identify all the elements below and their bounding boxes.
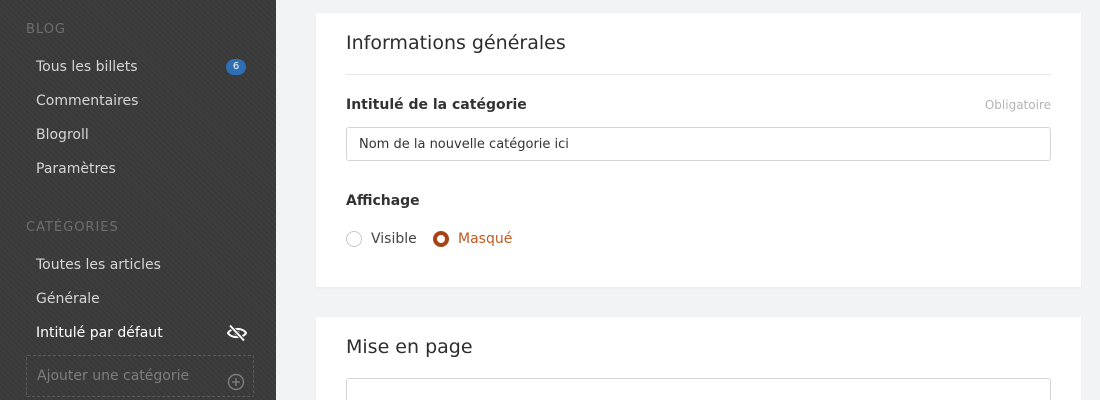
layout-field[interactable]: [346, 378, 1051, 400]
sidebar-item-settings[interactable]: Paramètres: [36, 157, 248, 181]
required-hint: Obligatoire: [984, 98, 1051, 112]
sidebar: BLOG Tous les billets 6 Commentaires Blo…: [0, 0, 276, 400]
category-name-label: Intitulé de la catégorie: [346, 97, 527, 113]
sidebar-item-comments[interactable]: Commentaires: [36, 89, 248, 113]
card-title: Mise en page: [346, 336, 473, 358]
blog-section-title: BLOG: [26, 22, 67, 37]
sidebar-item-label: Intitulé par défaut: [36, 325, 163, 341]
sidebar-item-all-articles[interactable]: Toutes les articles: [36, 253, 248, 277]
sidebar-item-label: Tous les billets: [36, 59, 138, 75]
sidebar-item-all-posts[interactable]: Tous les billets 6: [36, 55, 248, 79]
radio-circle: [346, 231, 362, 247]
add-category-label: Ajouter une catégorie: [37, 368, 190, 384]
sidebar-item-label: Générale: [36, 291, 100, 307]
sidebar-item-label: Blogroll: [36, 127, 89, 143]
display-label: Affichage: [346, 193, 420, 209]
radio-label: Visible: [371, 231, 417, 247]
card-title: Informations générales: [346, 32, 566, 54]
layout-card: Mise en page: [316, 317, 1081, 400]
sidebar-item-blogroll[interactable]: Blogroll: [36, 123, 248, 147]
radio-label: Masqué: [458, 231, 513, 247]
radio-circle-selected: [433, 231, 449, 247]
sidebar-item-default-title[interactable]: Intitulé par défaut: [36, 321, 248, 345]
divider: [346, 74, 1051, 75]
add-category-button[interactable]: Ajouter une catégorie: [26, 355, 254, 397]
general-info-card: Informations générales Intitulé de la ca…: [316, 13, 1081, 287]
categories-section-title: CATÉGORIES: [26, 220, 119, 235]
plus-circle-icon: [227, 367, 245, 391]
count-badge: 6: [226, 59, 246, 75]
sidebar-item-general[interactable]: Générale: [36, 287, 248, 311]
eye-off-icon: [226, 323, 248, 343]
sidebar-item-label: Paramètres: [36, 161, 116, 177]
sidebar-item-label: Toutes les articles: [36, 257, 161, 273]
category-name-input[interactable]: [346, 127, 1051, 161]
sidebar-item-label: Commentaires: [36, 93, 139, 109]
